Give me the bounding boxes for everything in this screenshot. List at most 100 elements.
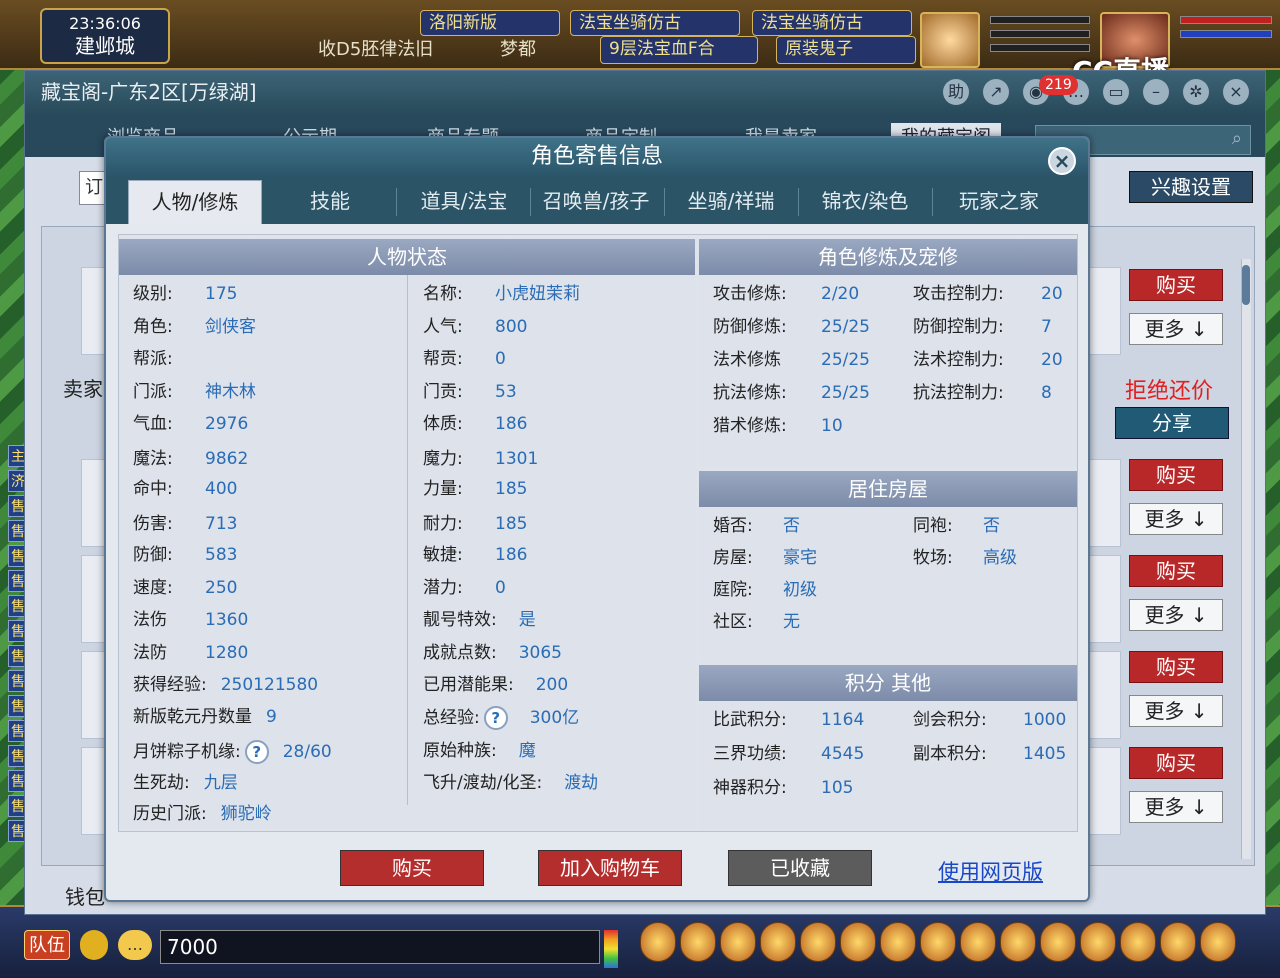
modal-title: 角色寄售信息 <box>106 138 1088 178</box>
buy-button[interactable]: 购买 <box>340 850 484 886</box>
tab-mounts[interactable]: 坐骑/祥瑞 <box>666 180 796 224</box>
game-banner[interactable]: 9层法宝血F合 <box>600 36 758 64</box>
stat-label: 总经验: <box>423 708 480 728</box>
tray-item-icon[interactable] <box>760 922 796 962</box>
stat-row: 敏捷: 186 <box>423 544 527 566</box>
tray-item-icon[interactable] <box>680 922 716 962</box>
stat-label: 命中: <box>133 479 173 499</box>
tray-item-icon[interactable] <box>1120 922 1156 962</box>
close-icon[interactable]: × <box>1223 79 1249 105</box>
help-question-icon[interactable]: ? <box>244 740 269 764</box>
stat-value: 25/25 <box>821 350 870 370</box>
stat-row: 法防 1280 <box>133 642 248 664</box>
list-more-button[interactable]: 更多 ↓ <box>1129 791 1223 823</box>
stat-label: 已用潜能果: <box>423 675 514 695</box>
stat-row: 魔法: 9862 <box>133 448 248 470</box>
list-buy-button[interactable]: 购买 <box>1129 269 1223 301</box>
gear-icon[interactable]: ✲ <box>1183 79 1209 105</box>
tab-pets[interactable]: 召唤兽/孩子 <box>532 180 660 224</box>
stat-label: 新版乾元丹数量 <box>133 707 252 727</box>
stat-row: 庭院: 初级 <box>713 579 817 601</box>
list-more-button[interactable]: 更多 ↓ <box>1129 695 1223 727</box>
stat-label: 婚否: <box>713 516 753 536</box>
share-arrow-icon[interactable]: ↗ <box>983 79 1009 105</box>
tray-item-icon[interactable] <box>840 922 876 962</box>
search-icon[interactable]: ⌕ <box>1232 128 1242 149</box>
stat-value: 初级 <box>783 580 817 600</box>
tray-item-icon[interactable] <box>1160 922 1196 962</box>
microphone-icon[interactable] <box>80 930 108 960</box>
tab-skills[interactable]: 技能 <box>272 180 388 224</box>
stat-row: 原始种族: 魔 <box>423 740 536 762</box>
list-buy-button[interactable]: 购买 <box>1129 651 1223 683</box>
hp-bar <box>990 16 1090 24</box>
scrollbar-thumb[interactable] <box>1242 265 1250 305</box>
refuse-bargain-label: 拒绝还价 <box>1125 379 1214 404</box>
stat-row: 已用潜能果: 200 <box>423 674 568 696</box>
stat-value: 2976 <box>205 414 249 434</box>
share-button[interactable]: 分享 <box>1115 407 1229 439</box>
city-name: 建邺城 <box>75 34 135 58</box>
pet-avatar-icon[interactable] <box>920 12 980 68</box>
stat-label: 猎术修炼: <box>713 416 787 436</box>
stat-row: 婚否: 否 <box>713 515 800 537</box>
stat-label: 剑会积分: <box>913 710 987 730</box>
game-clock: 23:36:06 建邺城 <box>40 8 170 64</box>
list-more-button[interactable]: 更多 ↓ <box>1129 503 1223 535</box>
stat-value: 九层 <box>203 773 238 793</box>
stat-value: 1280 <box>205 643 249 663</box>
interest-settings-button[interactable]: 兴趣设置 <box>1129 171 1253 203</box>
list-scrollbar[interactable] <box>1241 259 1251 859</box>
stat-row: 帮派: <box>133 348 173 370</box>
game-banner[interactable]: 法宝坐骑仿古 <box>752 10 912 36</box>
help-question-icon[interactable]: ? <box>483 706 508 730</box>
list-buy-button[interactable]: 购买 <box>1129 459 1223 491</box>
tray-item-icon[interactable] <box>720 922 756 962</box>
stat-row: 角色: 剑侠客 <box>133 316 256 338</box>
chat-bubble-icon[interactable]: … <box>118 930 152 960</box>
tray-item-icon[interactable] <box>960 922 996 962</box>
stat-label: 历史门派: <box>133 804 207 824</box>
stat-label: 防御控制力: <box>913 317 1004 337</box>
stat-row: 门贡: 53 <box>423 381 517 403</box>
tab-home[interactable]: 玩家之家 <box>934 180 1064 224</box>
list-more-button[interactable]: 更多 ↓ <box>1129 599 1223 631</box>
window-controls: 助 ↗ ◉ … ▭ – ✲ × <box>943 79 1249 105</box>
list-more-button[interactable]: 更多 ↓ <box>1129 313 1223 345</box>
stat-value: 28/60 <box>282 742 332 762</box>
stat-row: 月饼粽子机缘:? 28/60 <box>133 740 332 764</box>
game-banner[interactable]: 洛阳新版 <box>420 10 560 36</box>
cart-icon[interactable]: ▭ <box>1103 79 1129 105</box>
use-web-version-link[interactable]: 使用网页版 <box>938 856 1043 886</box>
stat-label: 级别: <box>133 284 173 304</box>
tray-item-icon[interactable] <box>800 922 836 962</box>
help-icon[interactable]: 助 <box>943 79 969 105</box>
tray-item-icon[interactable] <box>1080 922 1116 962</box>
tray-item-icon[interactable] <box>920 922 956 962</box>
team-button[interactable]: 队伍 <box>24 930 70 960</box>
tray-item-icon[interactable] <box>880 922 916 962</box>
tray-item-icon[interactable] <box>1040 922 1076 962</box>
tray-item-icon[interactable] <box>1200 922 1236 962</box>
close-icon[interactable]: × <box>1048 147 1076 175</box>
stat-value: 0 <box>495 578 506 598</box>
tab-items[interactable]: 道具/法宝 <box>400 180 528 224</box>
stat-row: 耐力: 185 <box>423 513 527 535</box>
stat-row: 法伤 1360 <box>133 609 248 631</box>
stat-row: 飞升/渡劫/化圣: 渡劫 <box>423 772 598 794</box>
list-buy-button[interactable]: 购买 <box>1129 555 1223 587</box>
game-banner[interactable]: 原装鬼子 <box>776 36 916 64</box>
tab-outfits[interactable]: 锦衣/染色 <box>800 180 930 224</box>
minimize-icon[interactable]: – <box>1143 79 1169 105</box>
stat-row: 社区: 无 <box>713 611 800 633</box>
stat-value: 9862 <box>205 449 249 469</box>
tray-item-icon[interactable] <box>1000 922 1036 962</box>
game-banner[interactable]: 法宝坐骑仿古 <box>570 10 740 36</box>
tab-character[interactable]: 人物/修炼 <box>128 180 262 224</box>
stat-row: 帮贡: 0 <box>423 348 506 370</box>
list-buy-button[interactable]: 购买 <box>1129 747 1223 779</box>
collected-button[interactable]: 已收藏 <box>728 850 872 886</box>
add-to-cart-button[interactable]: 加入购物车 <box>538 850 682 886</box>
stat-label: 魔力: <box>423 449 463 469</box>
tray-item-icon[interactable] <box>640 922 676 962</box>
